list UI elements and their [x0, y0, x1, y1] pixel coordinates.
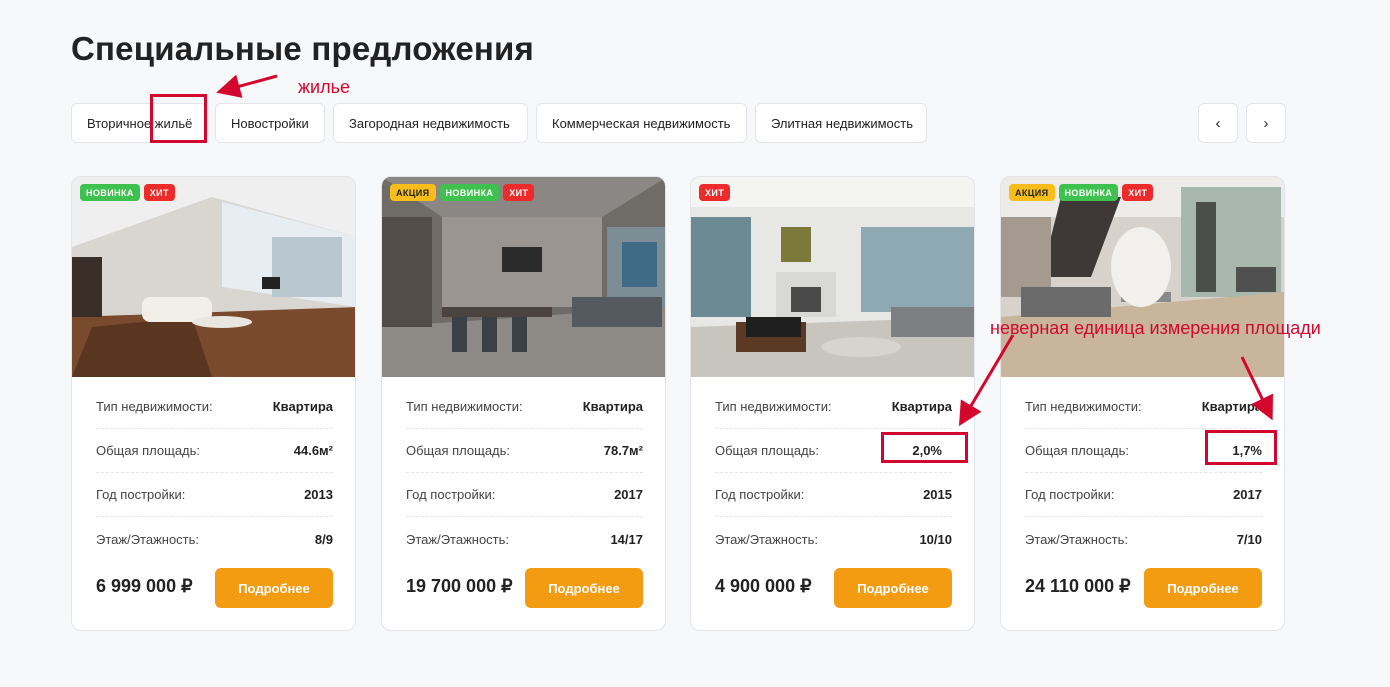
badge-new: НОВИНКА [439, 184, 500, 201]
detail-row-year: Год постройки: 2013 [96, 473, 333, 517]
badge-sale: АКЦИЯ [390, 184, 436, 201]
page-title: Специальные предложения [71, 30, 534, 67]
detail-row-type: Тип недвижимости: Квартира [1025, 385, 1262, 429]
badges: ХИТ [699, 184, 731, 201]
detail-row-year: Год постройки: 2015 [715, 473, 952, 517]
price: 19 700 000 ₽ [406, 576, 513, 596]
badges: АКЦИЯ НОВИНКА ХИТ [390, 184, 535, 201]
badge-new: НОВИНКА [1058, 184, 1119, 201]
annotation-area-note: неверная единица измерения площади [990, 318, 1321, 338]
tab-country[interactable]: Загородная недвижимость [333, 103, 528, 143]
details-button[interactable]: Подробнее [1144, 568, 1262, 608]
property-card: ХИТ Тип недвижимости: Квартира Общая площ… [690, 176, 975, 631]
property-photo[interactable] [691, 177, 974, 377]
badge-hit: ХИТ [143, 184, 175, 201]
property-details: Тип недвижимости: Квартира Общая площадь:… [96, 385, 333, 561]
detail-row-area: Общая площадь: 44.6м² [96, 429, 333, 473]
annotation-box-area-3 [881, 432, 968, 463]
detail-row-type: Тип недвижимости: Квартира [406, 385, 643, 429]
badge-hit: ХИТ [699, 184, 731, 201]
annotation-tab-note: жилье [298, 77, 350, 97]
detail-row-type: Тип недвижимости: Квартира [715, 385, 952, 429]
price: 4 900 000 ₽ [715, 576, 812, 596]
property-photo[interactable] [1001, 177, 1284, 377]
badge-new: НОВИНКА [80, 184, 140, 201]
detail-row-area: Общая площадь: 78.7м² [406, 429, 643, 473]
price: 24 110 000 ₽ [1025, 576, 1131, 596]
detail-row-floor: Этаж/Этажность: 14/17 [406, 531, 643, 547]
property-details: Тип недвижимости: Квартира Общая площадь:… [715, 385, 952, 561]
annotation-box-area-4 [1205, 430, 1277, 465]
property-card: АКЦИЯ НОВИНКА ХИТ Тип недвижимости: Кварт… [1000, 176, 1285, 631]
property-card: НОВИНКА ХИТ Тип недвижимости: Квартира Об… [71, 176, 356, 631]
detail-row-type: Тип недвижимости: Квартира [96, 385, 333, 429]
prev-button[interactable]: ‹ [1198, 103, 1238, 143]
next-button[interactable]: › [1246, 103, 1286, 143]
tab-elite[interactable]: Элитная недвижимость [755, 103, 927, 143]
tab-commercial[interactable]: Коммерческая недвижимость [536, 103, 747, 143]
detail-row-floor: Этаж/Этажность: 7/10 [1025, 531, 1262, 547]
property-card: АКЦИЯ НОВИНКА ХИТ Тип недвижимости: Кварт… [381, 176, 666, 631]
chevron-right-icon: › [1263, 114, 1269, 132]
chevron-left-icon: ‹ [1215, 114, 1221, 132]
details-button[interactable]: Подробнее [834, 568, 952, 608]
detail-row-year: Год постройки: 2017 [1025, 473, 1262, 517]
property-details: Тип недвижимости: Квартира Общая площадь:… [1025, 385, 1262, 561]
badge-hit: ХИТ [503, 184, 535, 201]
badges: АКЦИЯ НОВИНКА ХИТ [1009, 184, 1154, 201]
property-photo[interactable] [72, 177, 355, 377]
badge-hit: ХИТ [1122, 184, 1154, 201]
property-photo[interactable] [382, 177, 665, 377]
detail-row-year: Год постройки: 2017 [406, 473, 643, 517]
arrow-to-tab [216, 74, 278, 98]
tab-new-buildings[interactable]: Новостройки [215, 103, 325, 143]
annotation-box-tab [150, 94, 207, 143]
price: 6 999 000 ₽ [96, 576, 193, 596]
details-button[interactable]: Подробнее [525, 568, 643, 608]
badges: НОВИНКА ХИТ [80, 184, 175, 201]
property-details: Тип недвижимости: Квартира Общая площадь:… [406, 385, 643, 561]
detail-row-floor: Этаж/Этажность: 10/10 [715, 531, 952, 547]
badge-sale: АКЦИЯ [1009, 184, 1055, 201]
details-button[interactable]: Подробнее [215, 568, 333, 608]
detail-row-floor: Этаж/Этажность: 8/9 [96, 531, 333, 547]
